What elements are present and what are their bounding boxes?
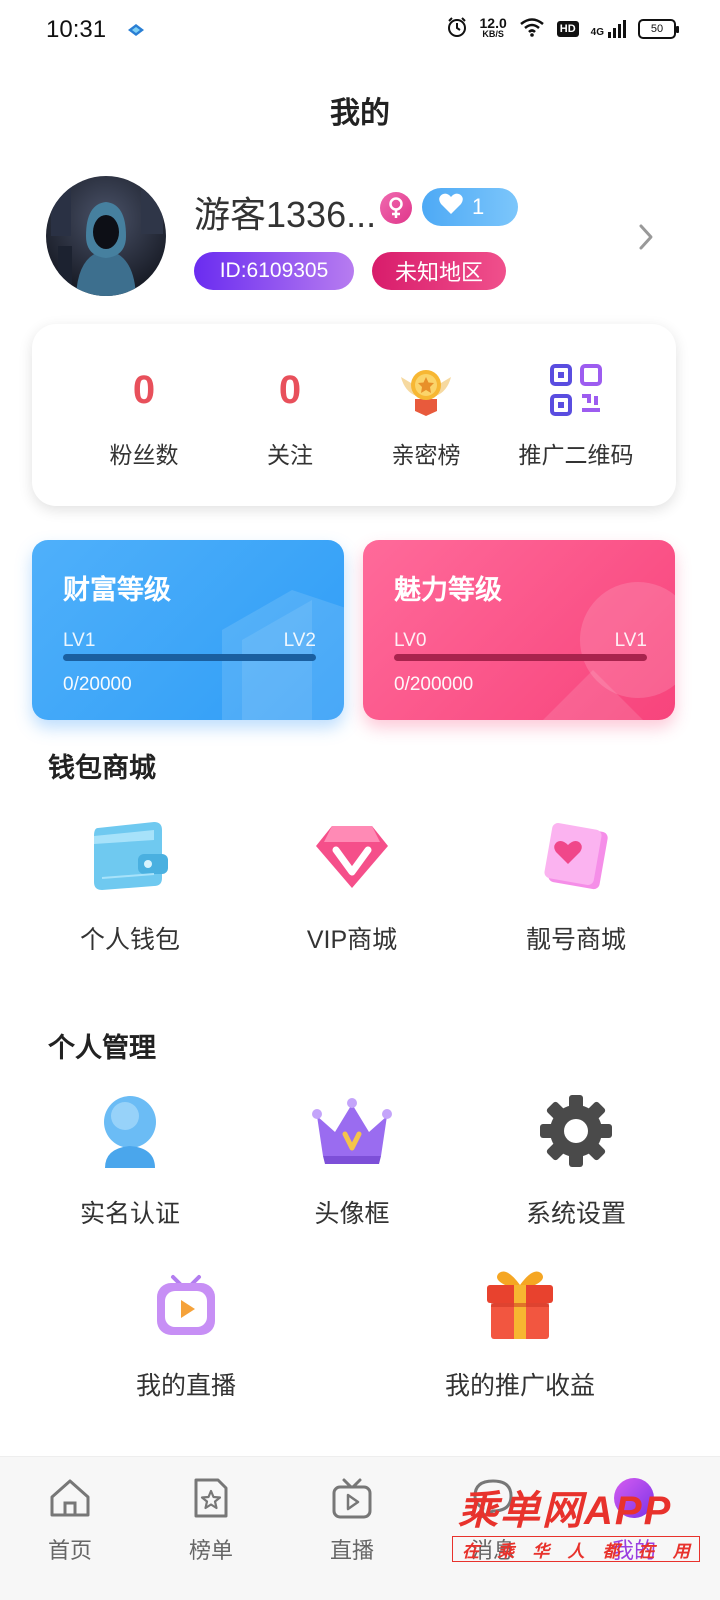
- nav-item-home[interactable]: 首页: [10, 1475, 130, 1565]
- watermark-slogan: 在 乘 华 人 都 在 用: [452, 1536, 700, 1562]
- wealth-level-card[interactable]: 财富等级 LV1 LV2 0/20000: [32, 540, 344, 720]
- qr-code-icon: [549, 362, 603, 418]
- username: 游客1336...: [194, 194, 377, 235]
- watermark-main-text: 乘单网APP: [458, 1489, 673, 1533]
- real-name-label: 实名认证: [79, 1200, 180, 1228]
- personal-item-real-name[interactable]: 实名认证: [30, 1086, 230, 1230]
- trophy-medal-icon: [397, 362, 455, 418]
- wallet-item-personal-wallet[interactable]: 个人钱包: [30, 812, 230, 956]
- wallet-item-vip-mall[interactable]: VIP商城: [252, 812, 452, 956]
- personal-item-system-settings[interactable]: 系统设置: [476, 1086, 676, 1230]
- nav-item-ranking[interactable]: 榜单: [151, 1475, 271, 1565]
- pretty-number-mall-label: 靓号商城: [525, 926, 626, 954]
- user-id-badge[interactable]: ID:6109305: [194, 252, 354, 290]
- wealth-card-decoration: [222, 590, 344, 720]
- alarm-icon: [446, 16, 468, 41]
- tv-play-icon: [141, 1258, 231, 1348]
- charm-level-title: 魅力等级: [394, 575, 502, 605]
- page-title: 我的: [330, 97, 390, 130]
- charm-card-decoration: [543, 582, 675, 720]
- gear-icon: [531, 1086, 621, 1176]
- diamond-icon: [307, 812, 397, 902]
- following-label: 关注: [267, 442, 313, 468]
- avatar-frame-label: 头像框: [314, 1200, 390, 1228]
- wifi-icon: [519, 17, 545, 40]
- system-settings-label: 系统设置: [525, 1200, 626, 1228]
- my-live-label: 我的直播: [135, 1372, 236, 1400]
- intimacy-rank-label: 亲密榜: [391, 442, 461, 468]
- female-gender-icon: [380, 192, 412, 224]
- network-speed: 12.0 KB/S: [479, 14, 507, 39]
- nav-label-ranking: 榜单: [188, 1538, 233, 1563]
- personal-wallet-label: 个人钱包: [79, 926, 180, 954]
- crown-icon: [307, 1086, 397, 1176]
- following-count: 0: [278, 368, 302, 412]
- personal-item-promotion-earnings[interactable]: 我的推广收益: [420, 1258, 620, 1402]
- nav-label-live: 直播: [329, 1538, 374, 1563]
- stat-intimacy-rank[interactable]: 亲密榜: [356, 324, 496, 506]
- region-badge: 未知地区: [372, 252, 506, 290]
- qr-code-label: 推广二维码: [518, 442, 634, 468]
- heart-card-icon: [531, 812, 621, 902]
- vip-mall-label: VIP商城: [306, 926, 398, 954]
- status-indicators: 12.0 KB/S HD 4G 50: [446, 14, 679, 41]
- gift-box-icon: [475, 1258, 565, 1348]
- personal-section-title: 个人管理: [48, 1033, 156, 1063]
- stat-following[interactable]: 0 关注: [220, 324, 360, 506]
- person-icon: [85, 1086, 175, 1176]
- charm-progress-text: 0/200000: [394, 674, 474, 695]
- heart-count: 1: [472, 194, 485, 219]
- ranking-icon: [192, 1475, 230, 1521]
- fans-count: 0: [132, 368, 156, 412]
- stats-card: 0 粉丝数 0 关注 亲密榜 推广二维码: [32, 324, 676, 506]
- wealth-progress-text: 0/20000: [63, 674, 132, 695]
- status-bar: 10:31 12.0 KB/S HD 4G 50: [0, 0, 720, 64]
- signal-icon: 4G: [591, 19, 626, 38]
- wealth-progress-bar: [63, 654, 316, 661]
- charm-next-level: LV1: [614, 630, 647, 651]
- wallet-section-title: 钱包商城: [48, 753, 156, 783]
- battery-indicator: 50: [638, 18, 679, 39]
- heart-icon: [438, 192, 464, 222]
- personal-item-avatar-frame[interactable]: 头像框: [252, 1086, 452, 1230]
- wealth-level-title: 财富等级: [63, 575, 171, 605]
- stat-fans[interactable]: 0 粉丝数: [74, 324, 214, 506]
- wallet-item-pretty-number-mall[interactable]: 靓号商城: [476, 812, 676, 956]
- stat-qr-code[interactable]: 推广二维码: [506, 324, 646, 506]
- promotion-earnings-label: 我的推广收益: [444, 1372, 595, 1400]
- fans-label: 粉丝数: [109, 442, 179, 468]
- heart-level-badge: 1: [422, 188, 518, 226]
- charm-level-card[interactable]: 魅力等级 LV0 LV1 0/200000: [363, 540, 675, 720]
- wealth-current-level: LV1: [63, 630, 96, 651]
- charm-current-level: LV0: [394, 630, 427, 651]
- watermark: 乘单网APP 在 乘 华 人 都 在 用: [452, 1478, 700, 1570]
- nav-label-home: 首页: [47, 1538, 92, 1563]
- home-icon: [48, 1475, 92, 1521]
- tv-icon: [331, 1475, 373, 1521]
- status-time: 10:31: [46, 16, 107, 43]
- charm-progress-bar: [394, 654, 647, 661]
- hd-badge: HD: [556, 20, 579, 37]
- chevron-right-icon[interactable]: [636, 222, 656, 257]
- wallet-icon: [85, 812, 175, 902]
- personal-item-my-live[interactable]: 我的直播: [86, 1258, 286, 1402]
- avatar[interactable]: [46, 176, 166, 296]
- nav-item-live[interactable]: 直播: [292, 1475, 412, 1565]
- wealth-next-level: LV2: [283, 630, 316, 651]
- app-notification-icon: [126, 22, 146, 43]
